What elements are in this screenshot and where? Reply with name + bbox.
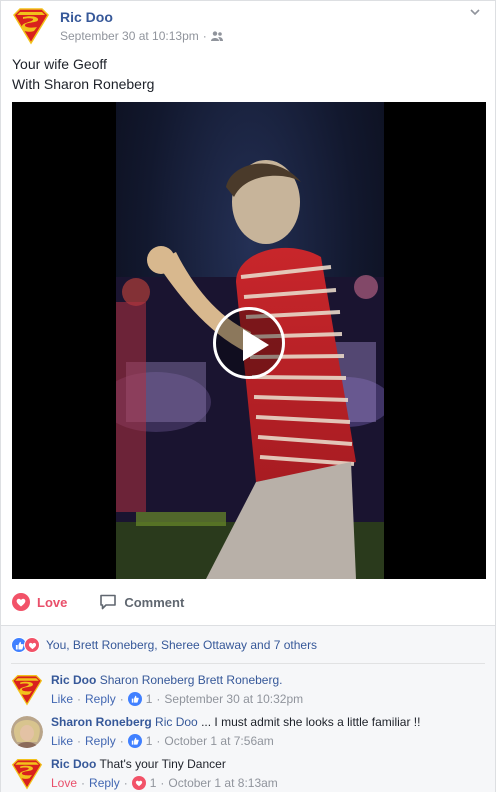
play-icon — [243, 329, 269, 361]
love-link[interactable]: Love — [51, 775, 77, 791]
comment-body: Ric Doo Sharon Roneberg Brett Roneberg. — [51, 672, 282, 688]
divider — [11, 663, 485, 664]
like-link[interactable]: Like — [51, 733, 73, 749]
friends-icon[interactable] — [210, 31, 223, 41]
post-card: Ric Doo September 30 at 10:13pm · Your w… — [0, 0, 496, 792]
love-reaction-icon — [131, 776, 146, 790]
love-label: Love — [37, 594, 68, 610]
like-reaction-icon — [127, 692, 142, 706]
like-link[interactable]: Like — [51, 691, 73, 707]
comment-timestamp[interactable]: October 1 at 7:56am — [164, 733, 273, 749]
reaction-count[interactable]: 1 — [150, 775, 157, 791]
comment-meta: Like · Reply · 1 · October 1 at 7:56am — [51, 733, 274, 749]
comment-icon — [100, 594, 117, 610]
comment-text: ... I must admit she looks a little fami… — [201, 715, 421, 729]
comments-section: You, Brett Roneberg, Sheree Ottaway and … — [1, 625, 495, 792]
post-header: Ric Doo September 30 at 10:13pm · — [12, 5, 482, 49]
reply-link[interactable]: Reply — [85, 691, 116, 707]
reactions-summary[interactable]: You, Brett Roneberg, Sheree Ottaway and … — [11, 634, 317, 656]
comment-author[interactable]: Sharon Roneberg — [51, 715, 152, 729]
post-actions: Love Comment — [12, 584, 486, 620]
reaction-count[interactable]: 1 — [146, 733, 153, 749]
comment-tags[interactable]: Ric Doo — [155, 715, 198, 729]
love-reaction-icon — [24, 637, 40, 653]
post-author[interactable]: Ric Doo — [60, 9, 113, 25]
comment-author[interactable]: Ric Doo — [51, 757, 96, 771]
comment-label: Comment — [124, 594, 185, 610]
heart-icon — [12, 593, 30, 611]
chevron-down-icon[interactable] — [468, 5, 482, 19]
video-player[interactable] — [12, 102, 486, 579]
author-avatar[interactable] — [12, 7, 50, 45]
comment-timestamp[interactable]: October 1 at 8:13am — [168, 775, 277, 791]
comment-body: Ric Doo That's your Tiny Dancer — [51, 756, 226, 772]
comment-button[interactable]: Comment — [99, 593, 184, 611]
commenter-avatar[interactable] — [11, 674, 43, 706]
comment-meta: Like · Reply · 1 · September 30 at 10:32… — [51, 691, 304, 707]
comment-timestamp[interactable]: September 30 at 10:32pm — [164, 691, 303, 707]
post-text-line: Your wife Geoff — [12, 56, 107, 72]
reply-link[interactable]: Reply — [89, 775, 120, 791]
post-meta: September 30 at 10:13pm · — [60, 29, 223, 43]
like-reaction-icon — [127, 734, 142, 748]
comment-body: Sharon Roneberg Ric Doo ... I must admit… — [51, 714, 420, 730]
comment-author[interactable]: Ric Doo — [51, 673, 96, 687]
commenter-avatar[interactable] — [11, 716, 43, 748]
love-button[interactable]: Love — [12, 593, 67, 611]
comment-text: That's your Tiny Dancer — [99, 757, 226, 771]
play-button[interactable] — [213, 307, 285, 379]
reply-link[interactable]: Reply — [85, 733, 116, 749]
reactions-text: You, Brett Roneberg, Sheree Ottaway and … — [46, 638, 318, 652]
post-timestamp[interactable]: September 30 at 10:13pm — [60, 29, 199, 43]
reaction-icons — [11, 637, 40, 653]
post-text: Your wife Geoff With Sharon Roneberg — [12, 54, 154, 94]
post-tagged-line[interactable]: With Sharon Roneberg — [12, 74, 154, 94]
comment-tags[interactable]: Sharon Roneberg Brett Roneberg. — [100, 673, 283, 687]
comment-meta: Love · Reply · 1 · October 1 at 8:13am — [51, 775, 278, 791]
commenter-avatar[interactable] — [11, 758, 43, 790]
reaction-count[interactable]: 1 — [146, 691, 153, 707]
